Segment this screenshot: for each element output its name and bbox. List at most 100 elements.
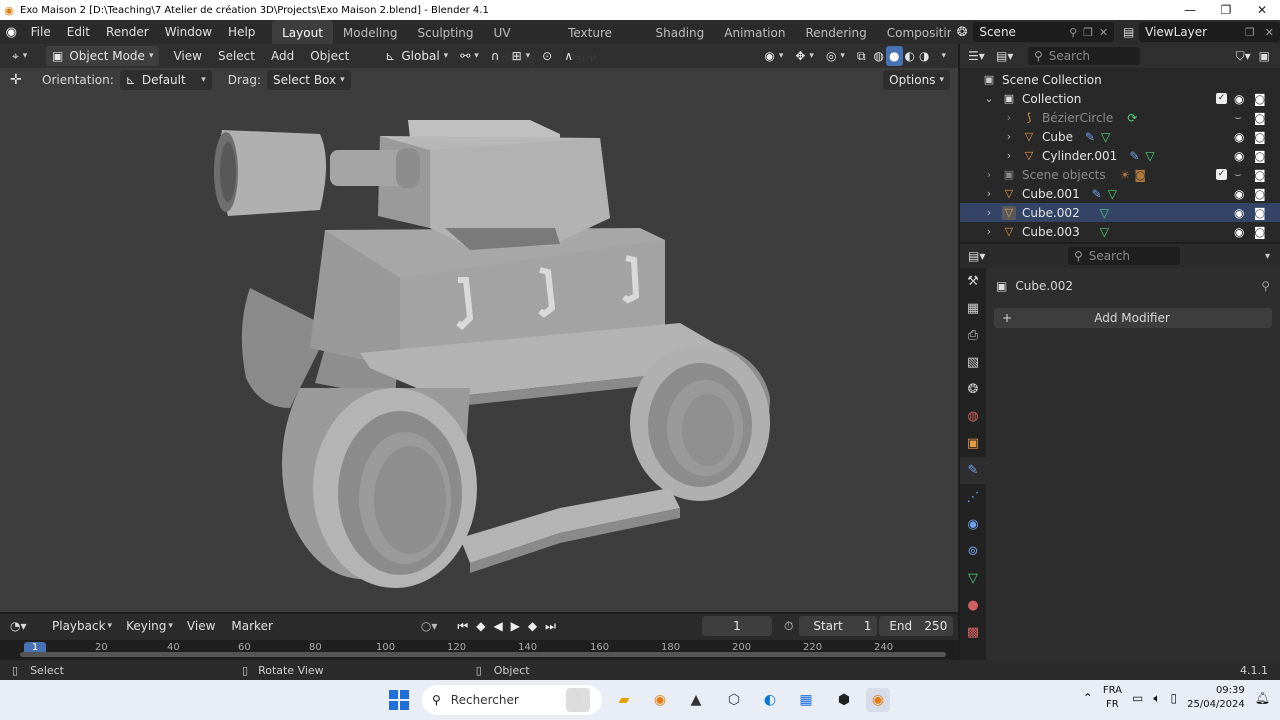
copy-icon[interactable]: ❐ bbox=[1245, 26, 1255, 39]
chevron-right-icon[interactable]: › bbox=[1002, 111, 1016, 125]
battery-icon[interactable]: ▯ bbox=[1171, 691, 1178, 705]
viewport-menu-select[interactable]: Select bbox=[210, 44, 263, 68]
orientation-dropdown[interactable]: ⊾ Default ▾ bbox=[119, 70, 212, 90]
file-explorer-icon[interactable]: ▰ bbox=[612, 688, 636, 712]
view-layer-tab-icon[interactable]: ▧ bbox=[960, 349, 986, 376]
options-dropdown[interactable]: Options ▾ bbox=[883, 70, 950, 90]
chevron-right-icon[interactable]: › bbox=[982, 225, 996, 239]
menu-edit[interactable]: Edit bbox=[59, 20, 98, 44]
tool-tab-icon[interactable]: ⚒ bbox=[960, 268, 986, 295]
timeline-scrollbar[interactable] bbox=[20, 652, 946, 657]
minimize-button[interactable]: — bbox=[1172, 0, 1208, 20]
app-icon[interactable]: ▲ bbox=[684, 688, 708, 712]
outliner-row-scene-collection[interactable]: ▣ Scene Collection bbox=[960, 70, 1280, 89]
display-mode-icon[interactable]: ▤▾ bbox=[996, 49, 1024, 63]
chevron-right-icon[interactable]: › bbox=[1002, 130, 1016, 144]
timeline-menu-view[interactable]: View bbox=[179, 614, 223, 638]
shading-wireframe[interactable]: ◍ bbox=[872, 46, 886, 66]
viewport-menu-add[interactable]: Add bbox=[263, 44, 302, 68]
xray-toggle[interactable]: ⧉ bbox=[851, 46, 872, 66]
hidden-eye-icon[interactable]: ⌣ bbox=[1234, 167, 1242, 182]
falloff-dropdown[interactable]: ∧ bbox=[558, 46, 579, 66]
constraints-tab-icon[interactable]: ⊚ bbox=[960, 538, 986, 565]
stopwatch-icon[interactable]: ⏱ bbox=[784, 619, 793, 634]
chevron-right-icon[interactable]: › bbox=[1002, 149, 1016, 163]
next-keyframe-icon[interactable]: ◆ bbox=[528, 619, 537, 634]
view-layer-icon[interactable]: ▤ bbox=[1118, 25, 1139, 39]
outliner-search-input[interactable]: ⚲ Search bbox=[1028, 47, 1140, 65]
outliner-row-cylinder-001[interactable]: › ▽ Cylinder.001 ✎ ▽ ◉ ◙ bbox=[960, 146, 1280, 165]
camera-icon[interactable]: ◙ bbox=[1254, 225, 1266, 239]
unity-icon[interactable]: ⬡ bbox=[722, 688, 746, 712]
timeline-menu-marker[interactable]: Marker bbox=[223, 614, 280, 638]
world-tab-icon[interactable]: ◍ bbox=[960, 403, 986, 430]
outliner-row-beziercircle[interactable]: › ⟆ BézierCircle ⟳ ⌣ ◙ bbox=[960, 108, 1280, 127]
notification-bell-icon[interactable]: 🔔︎ bbox=[1255, 691, 1270, 705]
camera-icon[interactable]: ◙ bbox=[1254, 187, 1266, 201]
menu-help[interactable]: Help bbox=[220, 20, 263, 44]
eye-icon[interactable]: ◉ bbox=[1234, 225, 1244, 239]
edge-browser-icon[interactable]: ◐ bbox=[758, 688, 782, 712]
clock[interactable]: 09:39 25/04/2024 bbox=[1187, 684, 1245, 712]
auto-key-icon[interactable]: ○▾ bbox=[421, 619, 438, 633]
chevron-up-icon[interactable]: ⌃ bbox=[1083, 691, 1093, 705]
editor-type-selector[interactable]: ⌖ ▾ bbox=[6, 46, 40, 66]
tab-modeling[interactable]: Modeling bbox=[333, 20, 408, 44]
maximize-button[interactable]: ❐ bbox=[1208, 0, 1244, 20]
exclude-checkbox[interactable]: ✓ bbox=[1216, 169, 1227, 180]
play-reverse-icon[interactable]: ◀ bbox=[493, 619, 502, 634]
outliner-row-collection[interactable]: ⌄ ▣ Collection ✓ ◉ ◙ bbox=[960, 89, 1280, 108]
tab-texture-paint[interactable]: Texture Paint bbox=[558, 20, 645, 66]
physics-tab-icon[interactable]: ◉ bbox=[960, 511, 986, 538]
transform-orientation-dropdown[interactable]: ⊾ Global ▾ bbox=[379, 46, 454, 66]
chevron-right-icon[interactable]: › bbox=[982, 168, 996, 182]
chevron-down-icon[interactable]: ⌄ bbox=[982, 92, 996, 106]
timeline-ruler[interactable]: 1 20 40 60 80 100 120 140 160 180 200 22… bbox=[0, 640, 958, 660]
overlay-toggle[interactable]: ◎ ▾ bbox=[820, 46, 851, 66]
outliner-row-cube-002[interactable]: › ▽ Cube.002 ▽ ◉ ◙ bbox=[960, 203, 1280, 222]
windows-start-icon[interactable] bbox=[389, 690, 409, 710]
scene-selector[interactable]: Scene ⚲ ❐ ✕ bbox=[973, 22, 1115, 42]
unity-hub-icon[interactable]: ⬢ bbox=[832, 688, 856, 712]
outliner-editor-icon[interactable]: ☰▾ bbox=[968, 49, 996, 63]
add-modifier-button[interactable]: + Add Modifier bbox=[994, 308, 1272, 328]
pivot-point-dropdown[interactable]: ⚯ ▾ bbox=[454, 46, 485, 66]
timeline-editor-icon[interactable]: ◔▾ bbox=[10, 619, 44, 633]
visibility-dropdown[interactable]: ◉ ▾ bbox=[758, 46, 789, 66]
filter-icon[interactable]: ⛉▾ bbox=[1236, 49, 1251, 64]
current-frame-field[interactable]: 1 bbox=[701, 616, 772, 636]
modifier-tab-icon[interactable]: ✎ bbox=[960, 457, 986, 484]
chevron-right-icon[interactable]: › bbox=[982, 187, 996, 201]
drag-dropdown[interactable]: Select Box ▾ bbox=[266, 70, 351, 90]
camera-icon[interactable]: ◙ bbox=[1254, 111, 1266, 125]
menu-render[interactable]: Render bbox=[98, 20, 157, 44]
close-icon[interactable]: ✕ bbox=[1099, 26, 1108, 39]
tab-shading[interactable]: Shading bbox=[646, 20, 715, 44]
store-icon[interactable]: ▦ bbox=[794, 688, 818, 712]
proportional-edit-toggle[interactable]: ⊙ bbox=[536, 46, 558, 66]
blender-taskbar-icon[interactable]: ◉ bbox=[648, 688, 672, 712]
outliner-row-cube[interactable]: › ▽ Cube ✎ ▽ ◉ ◙ bbox=[960, 127, 1280, 146]
camera-icon[interactable]: ◙ bbox=[1254, 92, 1266, 106]
material-tab-icon[interactable]: ● bbox=[960, 592, 986, 619]
scene-icon[interactable]: ❂ bbox=[951, 25, 974, 40]
tab-sculpting[interactable]: Sculpting bbox=[408, 20, 484, 44]
eye-icon[interactable]: ◉ bbox=[1234, 130, 1244, 144]
camera-icon[interactable]: ◙ bbox=[1254, 206, 1266, 220]
tab-layout[interactable]: Layout bbox=[272, 20, 333, 44]
copy-icon[interactable]: ❐ bbox=[1083, 26, 1093, 39]
menu-window[interactable]: Window bbox=[157, 20, 220, 44]
shading-solid[interactable]: ● bbox=[886, 46, 903, 66]
exclude-checkbox[interactable]: ✓ bbox=[1216, 93, 1227, 104]
viewport-menu-view[interactable]: View bbox=[165, 44, 209, 68]
chevron-down-icon[interactable]: ▾ bbox=[1265, 251, 1270, 262]
3d-viewport[interactable] bbox=[0, 68, 958, 612]
object-tab-icon[interactable]: ▣ bbox=[960, 430, 986, 457]
tab-uv-editing[interactable]: UV Editing bbox=[484, 20, 559, 66]
particles-tab-icon[interactable]: ⋰ bbox=[960, 484, 986, 511]
jump-end-icon[interactable]: ⏭ bbox=[545, 619, 556, 634]
eye-icon[interactable]: ◉ bbox=[1234, 206, 1244, 220]
tank-model[interactable] bbox=[0, 68, 958, 612]
camera-icon[interactable]: ◙ bbox=[1254, 149, 1266, 163]
outliner-row-cube-003[interactable]: › ▽ Cube.003 ▽ ◉ ◙ bbox=[960, 222, 1280, 241]
